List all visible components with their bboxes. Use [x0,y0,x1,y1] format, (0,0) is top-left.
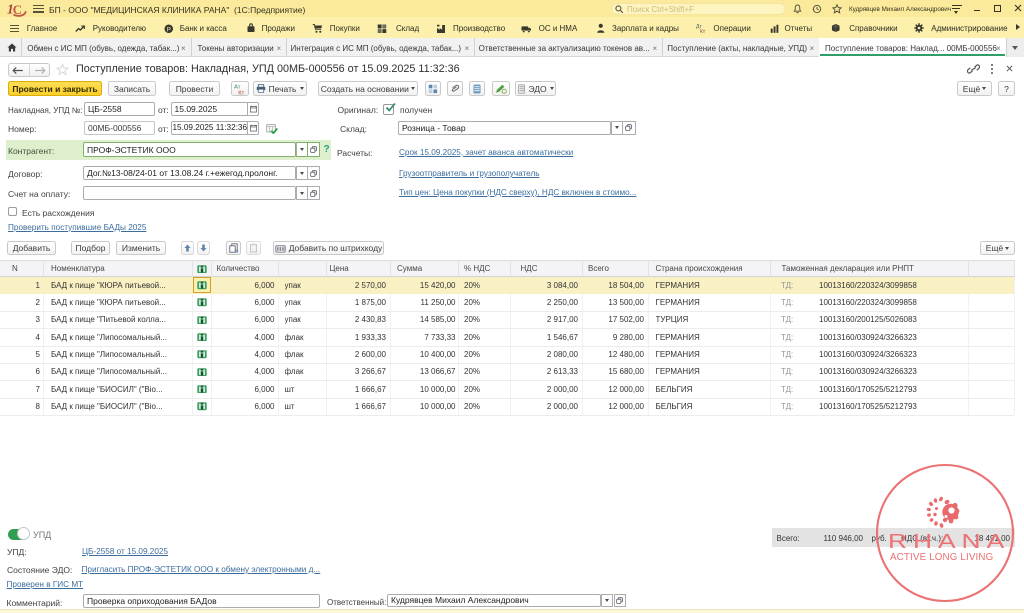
svg-text:Р: Р [166,26,170,33]
svg-text:Кт: Кт [238,90,244,95]
svg-text:Кт: Кт [700,29,706,33]
